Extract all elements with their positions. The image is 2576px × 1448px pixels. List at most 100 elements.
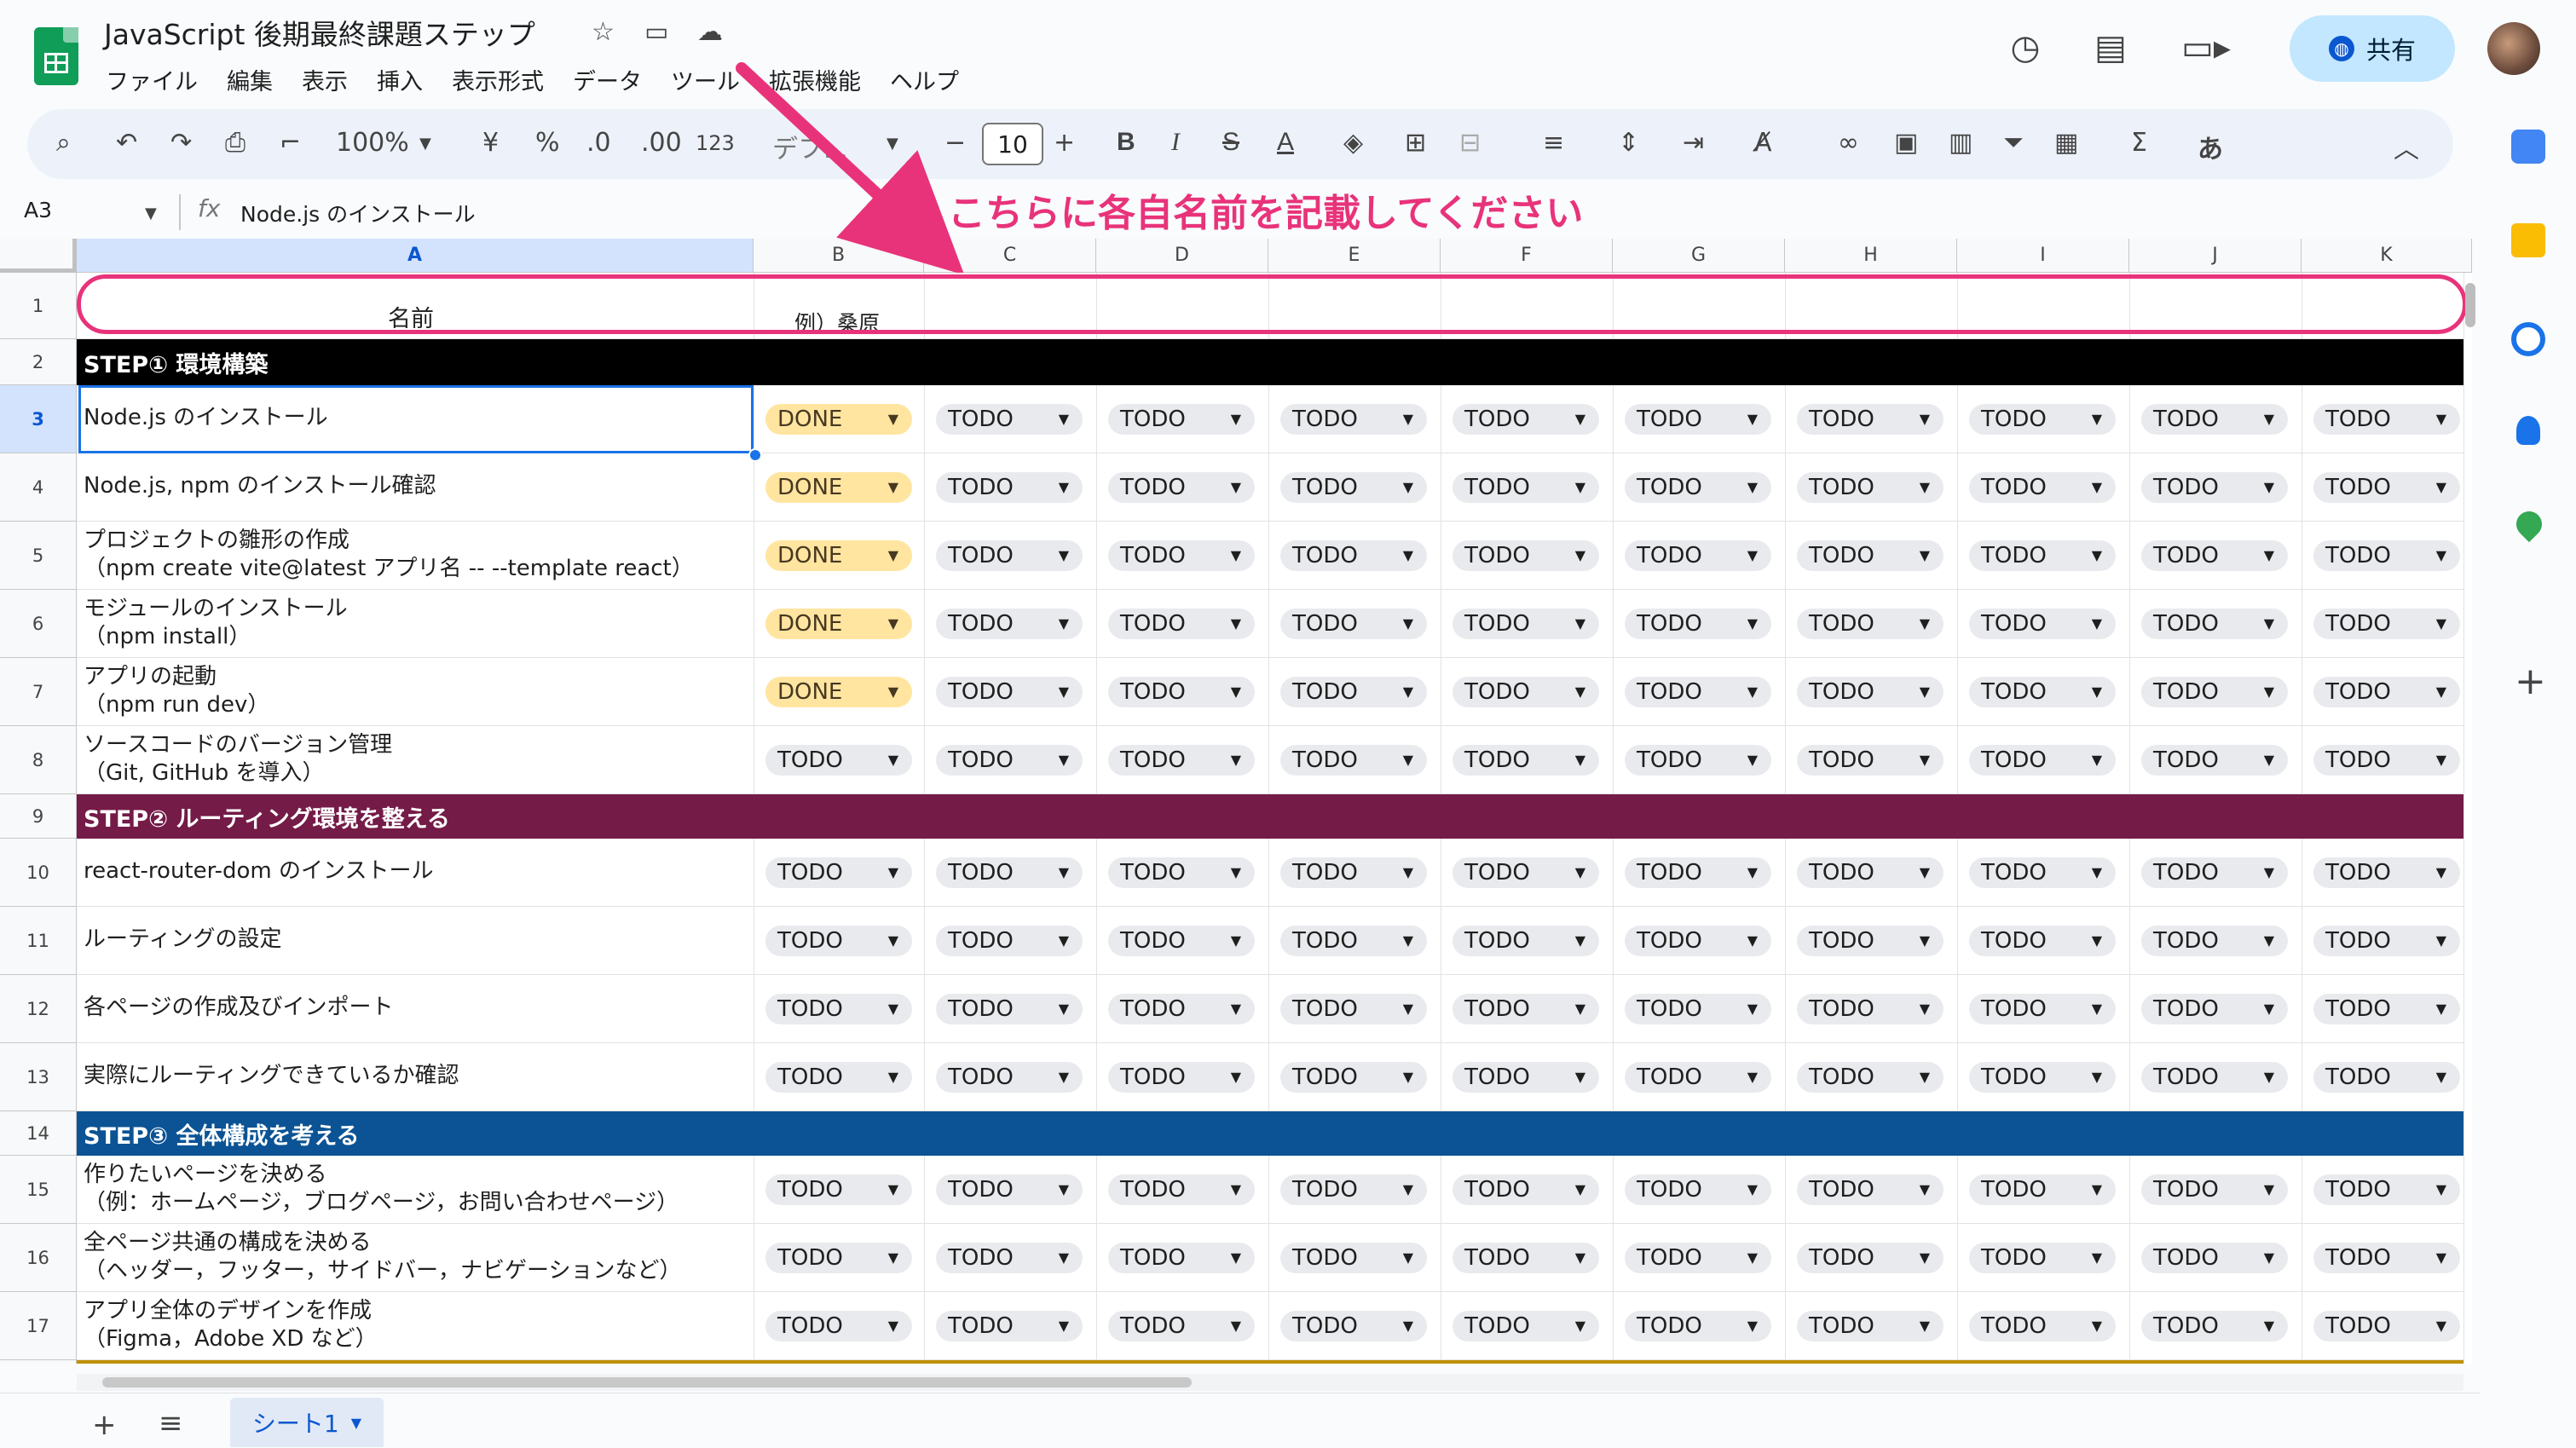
status-dropdown[interactable]: TODO ▼ <box>1797 677 1944 707</box>
column-header-g[interactable]: G <box>1613 239 1785 273</box>
row-header[interactable]: 2 <box>0 339 77 385</box>
status-dropdown[interactable]: TODO ▼ <box>1969 1311 2116 1341</box>
add-addon-icon[interactable]: + <box>2515 660 2546 703</box>
currency-format-button[interactable]: ¥ <box>482 128 499 158</box>
status-dropdown[interactable]: TODO ▼ <box>2313 994 2460 1024</box>
status-dropdown[interactable]: TODO ▼ <box>2141 857 2288 888</box>
status-dropdown[interactable]: TODO ▼ <box>1453 994 1599 1024</box>
status-dropdown[interactable]: TODO ▼ <box>936 609 1083 639</box>
status-dropdown[interactable]: TODO ▼ <box>1280 404 1427 435</box>
horizontal-scrollbar[interactable] <box>102 1377 1192 1387</box>
status-dropdown[interactable]: TODO ▼ <box>1453 540 1599 571</box>
status-dropdown[interactable]: TODO ▼ <box>1969 540 2116 571</box>
row-header[interactable]: 5 <box>0 522 77 590</box>
status-dropdown[interactable]: TODO ▼ <box>1625 857 1771 888</box>
status-dropdown[interactable]: TODO ▼ <box>1453 1174 1599 1205</box>
status-dropdown[interactable]: TODO ▼ <box>936 994 1083 1024</box>
status-dropdown[interactable]: TODO ▼ <box>1108 404 1255 435</box>
status-dropdown[interactable]: TODO ▼ <box>1797 745 1944 776</box>
status-dropdown[interactable]: TODO ▼ <box>936 472 1083 503</box>
status-dropdown[interactable]: TODO ▼ <box>2141 472 2288 503</box>
status-dropdown[interactable]: TODO ▼ <box>1797 540 1944 571</box>
status-dropdown[interactable]: TODO ▼ <box>765 926 912 956</box>
status-dropdown[interactable]: TODO ▼ <box>1108 745 1255 776</box>
status-dropdown[interactable]: TODO ▼ <box>1280 857 1427 888</box>
increase-decimal-button[interactable]: .00 <box>641 128 682 158</box>
status-dropdown[interactable]: TODO ▼ <box>765 1062 912 1093</box>
status-dropdown[interactable]: TODO ▼ <box>1625 1062 1771 1093</box>
star-icon[interactable]: ☆ <box>592 17 615 47</box>
sheets-logo-icon[interactable] <box>34 27 78 85</box>
add-sheet-icon[interactable]: + <box>92 1408 117 1442</box>
row-header[interactable]: 8 <box>0 726 77 794</box>
status-dropdown[interactable]: TODO ▼ <box>765 1311 912 1341</box>
status-dropdown[interactable]: TODO ▼ <box>2313 472 2460 503</box>
status-dropdown[interactable]: TODO ▼ <box>1280 540 1427 571</box>
status-dropdown[interactable]: TODO ▼ <box>1108 472 1255 503</box>
text-color-icon[interactable]: A <box>1277 128 1294 157</box>
version-history-icon[interactable]: ◷ <box>2001 24 2049 72</box>
status-dropdown[interactable]: TODO ▼ <box>936 540 1083 571</box>
status-dropdown[interactable]: TODO ▼ <box>1625 745 1771 776</box>
strikethrough-icon[interactable]: S <box>1222 128 1239 157</box>
row-header[interactable]: 14 <box>0 1111 77 1156</box>
column-header-k[interactable]: K <box>2302 239 2472 273</box>
status-dropdown[interactable]: DONE ▼ <box>765 540 912 571</box>
status-dropdown[interactable]: TODO ▼ <box>1453 677 1599 707</box>
status-dropdown[interactable]: TODO ▼ <box>2313 926 2460 956</box>
status-dropdown[interactable]: TODO ▼ <box>936 677 1083 707</box>
insert-link-icon[interactable]: ∞ <box>1838 128 1859 158</box>
row-header[interactable]: 17 <box>0 1292 77 1360</box>
row-header[interactable]: 18 <box>0 1360 77 1364</box>
decrease-decimal-button[interactable]: .0 <box>586 128 611 158</box>
cloud-status-icon[interactable]: ☁ <box>697 17 723 47</box>
font-size-input[interactable]: 10 <box>982 123 1043 165</box>
move-folder-icon[interactable]: ▭ <box>644 17 668 47</box>
status-dropdown[interactable]: TODO ▼ <box>1280 1311 1427 1341</box>
fill-handle[interactable] <box>748 448 762 462</box>
status-dropdown[interactable]: TODO ▼ <box>1625 926 1771 956</box>
row-header[interactable]: 12 <box>0 975 77 1043</box>
status-dropdown[interactable]: TODO ▼ <box>1625 404 1771 435</box>
comments-icon[interactable]: ▤ <box>2087 24 2134 72</box>
status-dropdown[interactable]: TODO ▼ <box>936 1243 1083 1273</box>
contacts-icon[interactable] <box>2516 416 2540 445</box>
status-dropdown[interactable]: TODO ▼ <box>1280 1174 1427 1205</box>
meet-icon[interactable]: ▭▸ <box>2181 24 2231 72</box>
status-dropdown[interactable]: TODO ▼ <box>1280 994 1427 1024</box>
row-header[interactable]: 6 <box>0 590 77 658</box>
status-dropdown[interactable]: TODO ▼ <box>1453 1062 1599 1093</box>
row-header[interactable]: 11 <box>0 907 77 975</box>
vertical-align-icon[interactable]: ⇕ <box>1618 128 1639 158</box>
insert-chart-icon[interactable]: ▥ <box>1949 128 1972 158</box>
row-header[interactable]: 1 <box>0 273 77 339</box>
bold-icon[interactable]: B <box>1117 128 1135 157</box>
status-dropdown[interactable]: TODO ▼ <box>2313 677 2460 707</box>
increase-font-size-button[interactable]: + <box>1054 128 1075 158</box>
status-dropdown[interactable]: TODO ▼ <box>2313 857 2460 888</box>
document-title[interactable]: JavaScript 後期最終課題ステップ <box>104 12 535 53</box>
zoom-select[interactable]: 100% <box>336 128 409 158</box>
name-box-caret-icon[interactable]: ▼ <box>145 205 157 222</box>
share-button[interactable]: ◍ 共有 <box>2290 15 2455 82</box>
status-dropdown[interactable]: TODO ▼ <box>1108 1062 1255 1093</box>
row-header[interactable]: 10 <box>0 839 77 907</box>
status-dropdown[interactable]: TODO ▼ <box>2313 1062 2460 1093</box>
status-dropdown[interactable]: TODO ▼ <box>936 857 1083 888</box>
status-dropdown[interactable]: TODO ▼ <box>2141 1062 2288 1093</box>
status-dropdown[interactable]: TODO ▼ <box>765 857 912 888</box>
status-dropdown[interactable]: TODO ▼ <box>1108 857 1255 888</box>
status-dropdown[interactable]: TODO ▼ <box>1797 994 1944 1024</box>
row-header[interactable]: 3 <box>0 385 77 453</box>
status-dropdown[interactable]: TODO ▼ <box>1797 1174 1944 1205</box>
input-tools-icon[interactable]: あ <box>2198 128 2223 165</box>
filter-views-icon[interactable]: ▦ <box>2054 128 2078 158</box>
status-dropdown[interactable]: TODO ▼ <box>2313 540 2460 571</box>
status-dropdown[interactable]: TODO ▼ <box>2141 1243 2288 1273</box>
status-dropdown[interactable]: DONE ▼ <box>765 609 912 639</box>
status-dropdown[interactable]: TODO ▼ <box>1108 1174 1255 1205</box>
calendar-icon[interactable] <box>2511 130 2545 164</box>
row-header[interactable]: 7 <box>0 658 77 726</box>
status-dropdown[interactable]: TODO ▼ <box>2141 609 2288 639</box>
row-header[interactable]: 15 <box>0 1156 77 1224</box>
